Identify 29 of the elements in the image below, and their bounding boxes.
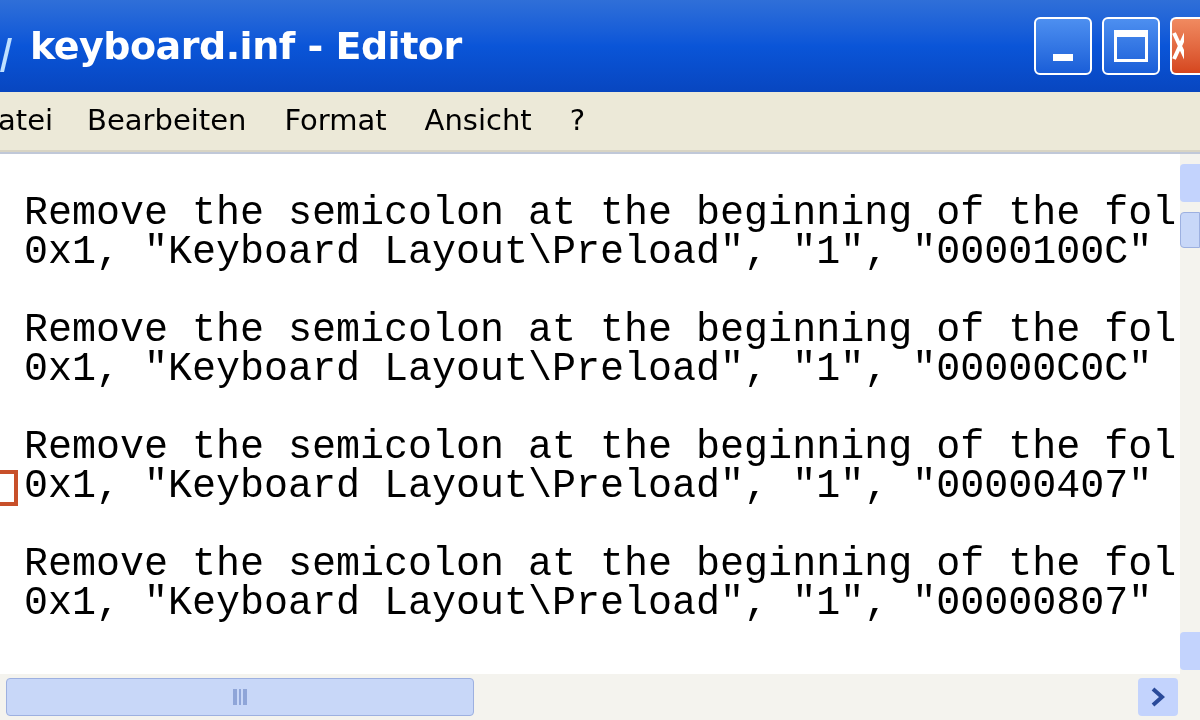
menu-item[interactable]: atei xyxy=(0,99,54,143)
scroll-down-button[interactable] xyxy=(1180,632,1200,670)
menu-item[interactable]: ? xyxy=(569,99,586,143)
text-line: 0x1, "Keyboard Layout\Preload", "1", "0000100C" xyxy=(23,233,1154,272)
window-title: keyboard.inf - Editor xyxy=(30,22,462,70)
text-line: Remove the semicolon at the beginning of the fol xyxy=(23,428,1178,467)
text-line: Remove the semicolon at the beginning of the fol xyxy=(23,194,1178,233)
vertical-scrollbar[interactable] xyxy=(1180,154,1200,674)
text-line: 0x1, "Keyboard Layout\Preload", "1", "00000C0C" xyxy=(23,350,1154,389)
scroll-thumb[interactable] xyxy=(6,678,474,716)
close-icon xyxy=(1172,31,1184,61)
menu-item[interactable]: Format xyxy=(284,99,387,143)
text-line: 0x1, "Keyboard Layout\Preload", "1", "00000407" xyxy=(23,467,1154,506)
text-line: 0x1, "Keyboard Layout\Preload", "1", "00000807" xyxy=(23,584,1154,623)
minimize-button[interactable] xyxy=(1034,17,1092,75)
maximize-button[interactable] xyxy=(1102,17,1160,75)
chevron-right-icon xyxy=(1151,687,1165,707)
scroll-right-button[interactable] xyxy=(1138,678,1178,716)
text-line: Remove the semicolon at the beginning of the fol xyxy=(23,545,1178,584)
menu-item[interactable]: Bearbeiten xyxy=(87,99,247,143)
close-button[interactable] xyxy=(1170,17,1200,75)
maximize-icon xyxy=(1114,30,1148,62)
scroll-thumb[interactable] xyxy=(1180,212,1200,248)
minimize-icon xyxy=(1053,54,1073,61)
horizontal-scrollbar[interactable] xyxy=(0,674,1200,720)
menu-item[interactable]: Ansicht xyxy=(424,99,532,143)
text-line: Remove the semicolon at the beginning of the fol xyxy=(23,311,1178,350)
grip-icon xyxy=(233,689,247,705)
scroll-up-button[interactable] xyxy=(1180,164,1200,202)
